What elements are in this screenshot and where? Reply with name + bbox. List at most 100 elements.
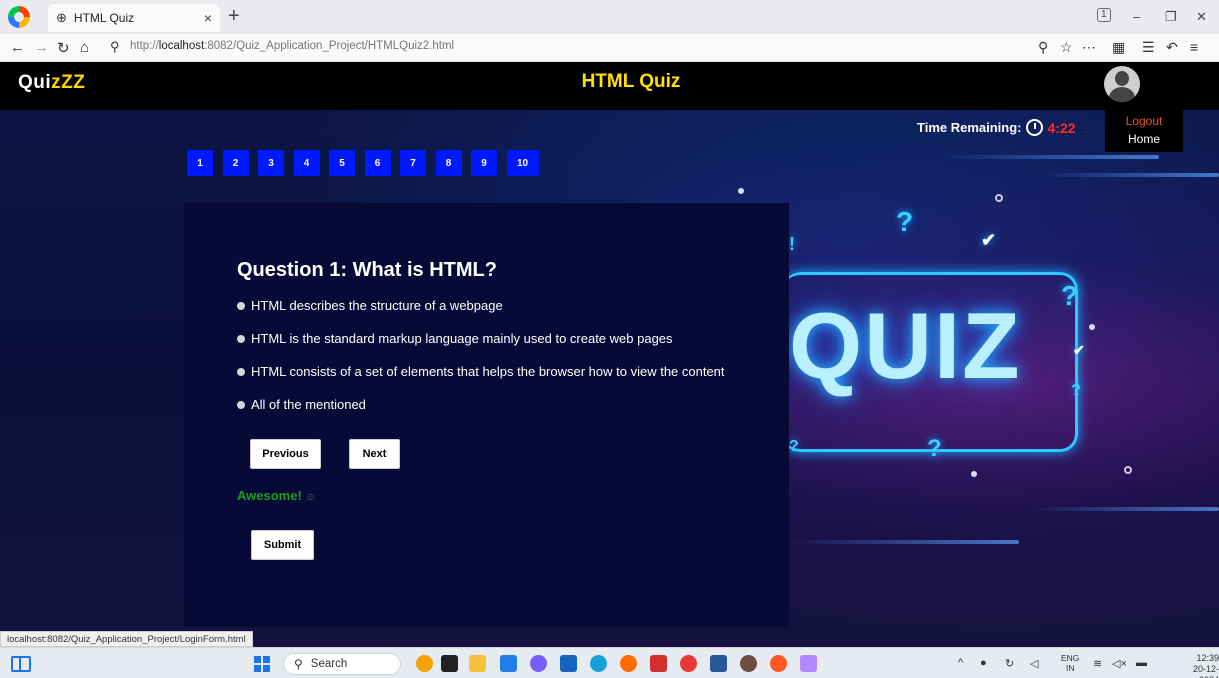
home-icon[interactable]: ⌂ [80, 39, 89, 56]
answer-option-label: All of the mentioned [251, 397, 366, 412]
light-streak [1039, 173, 1219, 177]
snipping-tool-icon[interactable] [800, 655, 817, 672]
url-search-icon: ⚲ [110, 39, 120, 54]
question-number-button[interactable]: 5 [329, 150, 355, 176]
bookmark-star-icon[interactable]: ☆ [1060, 39, 1073, 56]
zoom-icon[interactable]: ⚲ [1038, 39, 1048, 56]
smiley-icon: ☺ [305, 492, 316, 503]
new-tab-button[interactable]: + [228, 6, 240, 26]
user-dropdown: Logout Home [1105, 110, 1183, 152]
answer-feedback: Awesome! ☺ [237, 488, 316, 503]
question-number-button[interactable]: 9 [471, 150, 497, 176]
radio-icon[interactable] [237, 334, 245, 343]
quiz-background-art: QUIZ ? ? ? ? ? ! ✔ ✔ [738, 155, 1219, 622]
exclamation-icon: ! [789, 234, 795, 254]
apps-grid-icon[interactable]: ▦ [1112, 39, 1125, 56]
submit-button[interactable]: Submit [251, 530, 314, 560]
question-mark-icon: ? [927, 435, 942, 462]
question-number-button[interactable]: 1 [187, 150, 213, 176]
tray-app-icon[interactable]: ● [980, 657, 987, 669]
url-field[interactable]: http://localhost:8082/Quiz_Application_P… [130, 40, 1010, 52]
undo-icon[interactable]: ↶ [1166, 39, 1178, 56]
more-icon[interactable]: ⋯ [1082, 39, 1096, 56]
outlook-icon[interactable] [500, 655, 517, 672]
light-streak [1029, 507, 1219, 511]
office-icon[interactable] [680, 655, 697, 672]
question-number-button[interactable]: 8 [435, 150, 462, 176]
active-browser-icon[interactable] [770, 655, 787, 672]
taskbar-search[interactable]: ⚲ Search [283, 653, 401, 675]
question-number-button[interactable]: 4 [293, 150, 320, 176]
question-number-button[interactable]: 3 [258, 150, 284, 176]
battery-icon[interactable]: ▬ [1136, 657, 1147, 669]
question-navigator: 1 2 3 4 5 6 7 8 9 10 [187, 150, 548, 176]
minimize-icon[interactable]: – [1133, 9, 1140, 24]
start-icon[interactable] [254, 656, 270, 672]
globe-icon: ⊕ [56, 10, 67, 25]
tray-chevron-icon[interactable]: ^ [958, 657, 963, 669]
answer-option-label: HTML is the standard markup language mai… [251, 331, 673, 346]
tab-counter-icon[interactable]: 1 [1097, 8, 1111, 22]
answer-option[interactable]: All of the mentioned [237, 396, 725, 413]
volume-icon[interactable]: ◁× [1112, 657, 1127, 670]
task-view-icon[interactable] [441, 655, 458, 672]
menu-icon[interactable]: ≡ [1190, 39, 1198, 55]
language-code: ENG [1061, 653, 1080, 663]
answer-option-label: HTML consists of a set of elements that … [251, 364, 725, 379]
question-number-button[interactable]: 7 [400, 150, 426, 176]
url-host: localhost [158, 40, 205, 52]
language-indicator[interactable]: ENG IN [1061, 653, 1079, 673]
sparkle-ring [1124, 466, 1132, 474]
tab-close-icon[interactable]: × [204, 10, 212, 26]
tab-title: HTML Quiz [73, 11, 135, 25]
wifi-icon[interactable]: ≋ [1093, 657, 1102, 670]
question-title: Question 1: What is HTML? [237, 259, 497, 281]
back-icon[interactable]: ← [10, 39, 25, 56]
question-number-button[interactable]: 10 [506, 150, 539, 176]
logout-link[interactable]: Logout [1105, 112, 1183, 130]
widgets-icon[interactable] [11, 656, 31, 672]
radio-icon[interactable] [237, 400, 245, 409]
search-placeholder: Search [310, 658, 348, 670]
window-close-icon[interactable]: ✕ [1196, 9, 1207, 25]
radio-icon[interactable] [237, 301, 245, 310]
browser-app-icon[interactable] [620, 655, 637, 672]
copilot-icon[interactable] [530, 655, 547, 672]
browser-tab[interactable]: ⊕ HTML Quiz × [48, 4, 220, 32]
file-explorer-icon[interactable] [469, 655, 486, 672]
word-icon[interactable] [710, 655, 727, 672]
restore-icon[interactable]: ❐ [1165, 9, 1177, 25]
reload-icon[interactable]: ↻ [57, 39, 70, 57]
mcafee-icon[interactable] [650, 655, 667, 672]
question-number-button[interactable]: 6 [364, 150, 391, 176]
answer-option[interactable]: HTML is the standard markup language mai… [237, 330, 725, 347]
quiz-page: QuizZZ HTML Quiz Logout Home Time Remain… [0, 62, 1219, 647]
app-icon[interactable] [740, 655, 757, 672]
question-mark-icon: ? [896, 206, 914, 237]
answer-option[interactable]: HTML consists of a set of elements that … [237, 363, 725, 380]
next-button[interactable]: Next [349, 439, 400, 469]
radio-icon[interactable] [237, 367, 245, 376]
favorites-icon[interactable]: ☰ [1142, 39, 1155, 56]
tray-sync-icon[interactable]: ↻ [1005, 657, 1014, 670]
tray-send-icon[interactable]: ◁ [1030, 657, 1038, 670]
site-header: QuizZZ HTML Quiz [0, 62, 1219, 110]
system-clock[interactable]: 12:39 20-12-2024 [1175, 653, 1219, 678]
question-number-button[interactable]: 2 [222, 150, 249, 176]
home-link[interactable]: Home [1105, 130, 1183, 148]
answer-option-label: HTML describes the structure of a webpag… [251, 298, 503, 313]
answer-option[interactable]: HTML describes the structure of a webpag… [237, 297, 725, 314]
user-avatar-icon[interactable] [1104, 66, 1140, 102]
sparkle-dot [738, 188, 744, 194]
store-icon[interactable] [560, 655, 577, 672]
news-widget-icon[interactable] [416, 655, 433, 672]
answer-options: HTML describes the structure of a webpag… [237, 297, 725, 429]
sparkle-dot [1089, 324, 1095, 330]
timer-value: 4:22 [1047, 119, 1076, 136]
check-icon: ✔ [1073, 342, 1085, 358]
forward-icon[interactable]: → [34, 39, 49, 56]
question-mark-icon: ? [789, 438, 799, 455]
edge-icon[interactable] [590, 655, 607, 672]
clock-date: 20-12-2024 [1192, 664, 1219, 678]
previous-button[interactable]: Previous [250, 439, 321, 469]
